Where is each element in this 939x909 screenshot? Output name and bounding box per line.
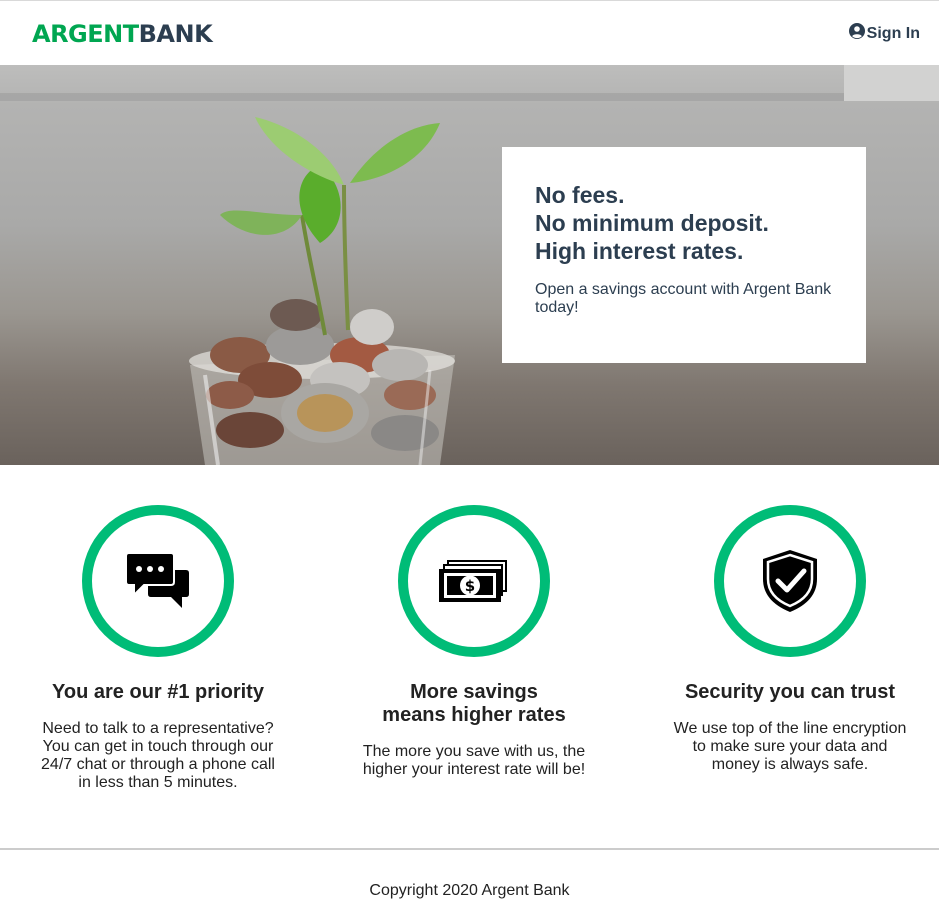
hero-subtitle: Open a savings account with Argent Bank … [535,281,832,316]
logo-text-argent: ARGENT [32,20,139,48]
logo-text-bank: BANK [138,20,213,48]
feature-title: Security you can trust [684,681,896,703]
hero-headline: No fees. No minimum deposit. High intere… [535,181,833,265]
features-section: You are our #1 priority Need to talk to … [0,465,939,849]
feature-title: More savings means higher rates [382,681,566,726]
main-nav: ARGENT BANK Sign In [0,1,939,65]
feature-icon-ring [714,505,866,657]
sign-in-label: Sign In [866,24,920,42]
money-bills-icon: $ [439,559,509,603]
hero-banner: No fees. No minimum deposit. High intere… [0,65,939,465]
footer: Copyright 2020 Argent Bank [0,848,939,909]
footer-copyright: Copyright 2020 Argent Bank [369,882,570,899]
chat-bubbles-icon [126,552,190,610]
feature-icon-ring [82,505,234,657]
svg-text:$: $ [465,577,475,595]
headline-line-3: High interest rates. [535,238,744,264]
feature-icon-ring: $ [398,505,550,657]
user-circle-icon [848,23,865,44]
headline-line-1: No fees. [535,182,625,208]
sign-in-link[interactable]: Sign In [848,23,920,44]
hero-promo-card: No fees. No minimum deposit. High intere… [502,147,866,363]
feature-title: You are our #1 priority [52,681,264,703]
feature-description: We use top of the line encryption to mak… [673,720,907,773]
headline-line-2: No minimum deposit. [535,210,769,236]
shield-check-icon [762,549,818,613]
feature-description: Need to talk to a representative? You ca… [41,720,275,791]
feature-description: The more you save with us, the higher yo… [362,743,586,778]
argent-bank-logo[interactable]: ARGENT BANK [32,18,213,50]
